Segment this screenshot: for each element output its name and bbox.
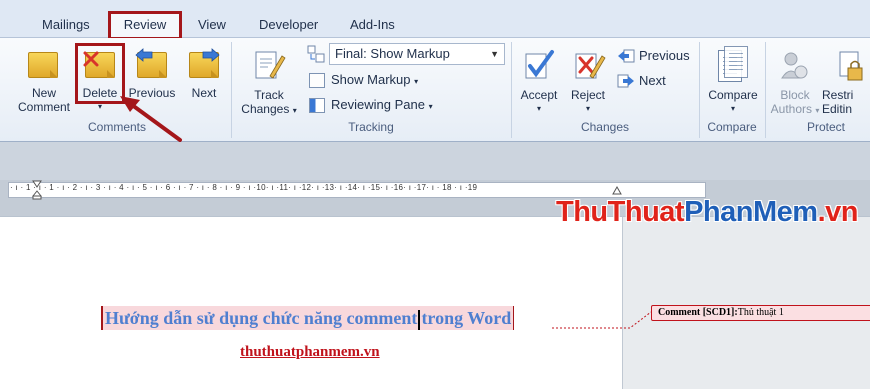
block-authors-icon: [781, 52, 808, 79]
arrow-left-icon: [135, 48, 153, 62]
show-markup-icon: [309, 73, 325, 89]
accept-icon: [525, 50, 554, 79]
reviewing-pane-icon: [309, 98, 325, 114]
new-comment-label-2: Comment: [17, 100, 70, 114]
markup-display-value: Final: Show Markup: [335, 46, 450, 61]
heading-text-2: trong Word: [421, 308, 512, 328]
markup-display-dropdown[interactable]: Final: Show Markup ▼: [329, 43, 505, 65]
track-changes-button[interactable]: Track Changes ▾: [238, 46, 300, 120]
compare-label: Compare: [708, 88, 758, 102]
document-toolbar-band: [0, 142, 870, 180]
new-comment-button[interactable]: New Comment: [14, 48, 74, 118]
comment-label: Comment [SCD1]:: [658, 307, 738, 318]
document-page[interactable]: [0, 216, 622, 389]
reject-icon: [575, 53, 606, 79]
reject-button[interactable]: Reject ▾: [566, 46, 610, 120]
reviewing-pane-button[interactable]: Reviewing Pane ▾: [309, 96, 433, 114]
previous-change-button[interactable]: Previous: [617, 47, 690, 65]
watermark-part-2: PhanMem: [684, 196, 818, 228]
document-link[interactable]: thuthuatphanmem.vn: [240, 344, 380, 361]
next-change-icon: [617, 74, 634, 88]
accept-dropdown-caret: ▾: [536, 104, 541, 113]
lock-icon: [839, 51, 863, 81]
markup-display-icon: [307, 45, 325, 63]
review-tab-highlight: [108, 11, 182, 40]
restrict-editing-button[interactable]: Restri Editin: [822, 46, 870, 120]
commented-heading[interactable]: Hướng dẫn sử dụng chức năng comment trong…: [101, 306, 515, 330]
compare-group-label: Compare: [707, 120, 757, 134]
track-label-1: Track: [254, 88, 284, 102]
next-change-label: Next: [639, 73, 666, 88]
track-label-2: Changes ▾: [241, 102, 297, 116]
next-change-button[interactable]: Next: [617, 72, 666, 90]
right-indent-marker-icon[interactable]: [612, 186, 622, 196]
show-markup-label: Show Markup: [331, 72, 411, 87]
next-comment-button[interactable]: Next: [182, 48, 226, 104]
protect-group-label: Protect: [806, 120, 845, 134]
track-changes-icon: [255, 51, 286, 79]
watermark-part-1: ThuThuat: [556, 196, 685, 228]
tracking-group-label: Tracking: [348, 120, 394, 134]
comment-text: Thủ thuật 1: [737, 307, 784, 318]
block-label-1: Block: [780, 88, 810, 102]
new-comment-label-1: New: [31, 86, 56, 100]
comment-balloon[interactable]: Comment [SCD1]:Thủ thuật 1: [651, 305, 870, 321]
accept-button[interactable]: Accept ▾: [516, 46, 562, 120]
markup-pane: [622, 216, 870, 389]
compare-icon-back: [724, 46, 748, 78]
indent-marker-icon[interactable]: [32, 180, 42, 200]
new-comment-icon: [28, 52, 58, 78]
block-authors-button[interactable]: Block Authors ▾: [770, 46, 820, 120]
tab-view[interactable]: View: [198, 12, 226, 38]
arrow-right-icon: [202, 48, 220, 62]
changes-group-label: Changes: [580, 120, 630, 134]
tab-mailings[interactable]: Mailings: [42, 12, 90, 38]
tab-developer[interactable]: Developer: [259, 12, 318, 38]
chevron-down-icon: ▼: [490, 49, 499, 59]
site-watermark: ThuThuatPhanMem.vn: [556, 196, 858, 229]
compare-dropdown-caret: ▾: [730, 104, 735, 113]
heading-text-1: Hướng dẫn sử dụng chức năng comment: [105, 308, 418, 328]
next-label: Next: [191, 86, 217, 100]
tab-addins[interactable]: Add-Ins: [350, 12, 395, 38]
compare-button[interactable]: Compare ▾: [702, 46, 764, 120]
accept-label: Accept: [520, 88, 558, 102]
show-markup-button[interactable]: Show Markup ▾: [309, 71, 418, 89]
watermark-part-3: .vn: [817, 196, 859, 228]
reject-dropdown-caret: ▾: [585, 104, 590, 113]
pointer-arrow-icon: [120, 96, 182, 142]
reviewing-pane-label: Reviewing Pane: [331, 97, 425, 112]
ruler-numbers: · ı · 1 · ı · 1 · ı · 2 · ı · 3 · ı · 4 …: [10, 183, 478, 192]
previous-change-icon: [618, 49, 635, 63]
previous-change-label: Previous: [639, 48, 690, 63]
restrict-label-1: Restri: [822, 88, 854, 102]
restrict-label-2: Editin: [822, 102, 853, 116]
reject-label: Reject: [570, 88, 605, 102]
block-label-2: Authors ▾: [770, 102, 820, 116]
